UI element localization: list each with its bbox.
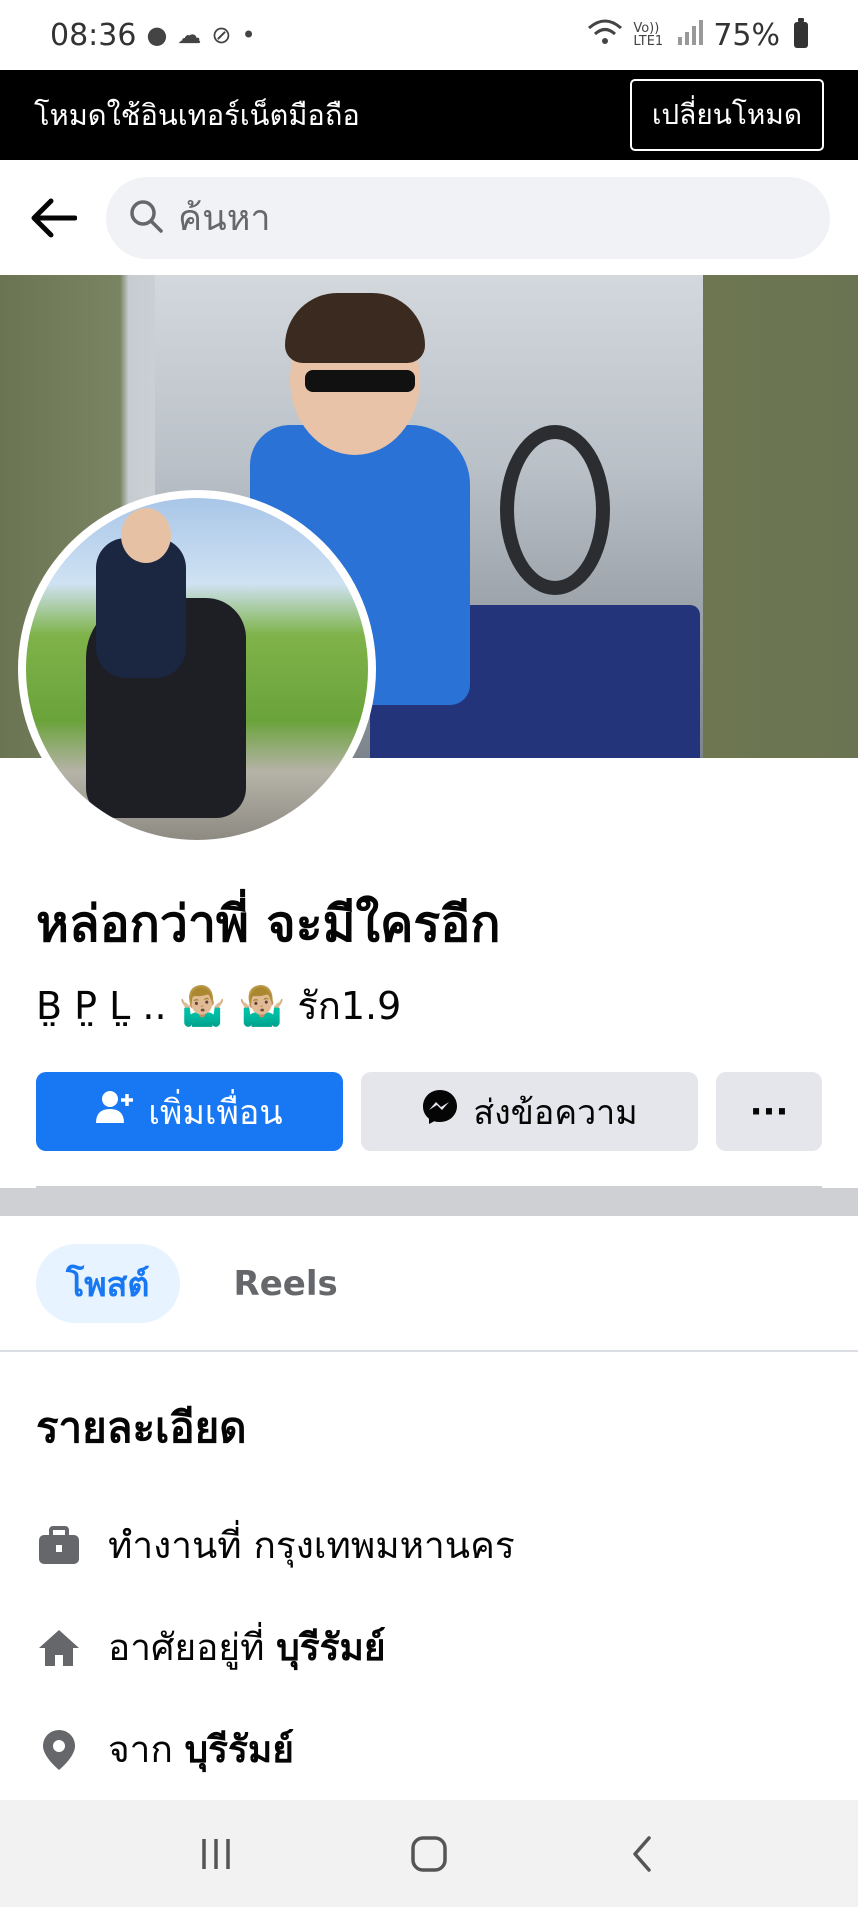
tab-posts[interactable]: โพสต์	[36, 1244, 180, 1323]
signal-icon	[677, 19, 704, 51]
briefcase-icon	[36, 1523, 82, 1569]
add-friend-label: เพิ่มเพื่อน	[148, 1092, 283, 1133]
detail-from-value[interactable]: บุรีรัมย์	[185, 1728, 294, 1771]
detail-from-text: จาก บุรีรัมย์	[108, 1720, 294, 1779]
detail-work: ทำงานที่ กรุงเทพมหานคร	[36, 1516, 515, 1575]
more-icon: ···	[749, 1091, 789, 1132]
home-button-icon[interactable]	[389, 1824, 469, 1884]
banner-text: โหมดใช้อินเทอร์เน็ตมือถือ	[34, 98, 360, 132]
avatar-image	[26, 498, 368, 840]
cover-steering-wheel	[500, 425, 610, 595]
search-icon	[128, 198, 164, 238]
detail-lives-prefix: อาศัยอยู่ที่	[108, 1626, 265, 1669]
section-separator	[0, 1188, 858, 1216]
profile-name: หล่อกว่าพี่ จะมีใครอีก	[36, 895, 501, 953]
tab-reels[interactable]: Reels	[204, 1244, 368, 1323]
detail-from: จาก บุรีรัมย์	[36, 1720, 294, 1779]
search-input[interactable]: ค้นหา	[106, 176, 830, 259]
switch-mode-button[interactable]: เปลี่ยนโหมด	[629, 79, 824, 151]
data-saver-icon: ⊘	[211, 21, 232, 49]
recent-apps-icon[interactable]	[176, 1824, 256, 1884]
profile-tabs: โพสต์ Reels	[36, 1244, 368, 1323]
details-title: รายละเอียด	[36, 1403, 247, 1452]
mobile-data-banner: โหมดใช้อินเทอร์เน็ตมือถือ เปลี่ยนโหมด	[0, 70, 858, 160]
back-nav-icon[interactable]	[602, 1824, 682, 1884]
cover-person-hair	[285, 293, 425, 363]
search-header: ค้นหา	[0, 160, 858, 275]
more-options-button[interactable]: ···	[716, 1072, 822, 1151]
battery-percent: 75%	[713, 17, 780, 53]
detail-lives: อาศัยอยู่ที่ บุรีรัมย์	[36, 1618, 386, 1677]
line-icon: ●	[146, 21, 168, 49]
status-bar: 08:36 ● ☁ ⊘ • Vo)) LTE1 75%	[0, 0, 858, 70]
avatar[interactable]	[18, 490, 376, 848]
system-nav-bar	[0, 1800, 858, 1907]
avatar-rider-head	[121, 508, 171, 563]
add-friend-icon	[96, 1090, 134, 1133]
status-time: 08:36	[50, 17, 137, 53]
back-arrow-icon[interactable]	[28, 192, 80, 244]
location-pin-icon	[36, 1727, 82, 1773]
profile-bio: B̤ P̤ L̤ .. 🤷🏼‍♂️ 🤷🏼‍♂️ รัก1.9	[36, 984, 402, 1028]
cloud-icon: ☁	[177, 21, 202, 49]
message-label: ส่งข้อความ	[473, 1092, 638, 1133]
detail-lives-value[interactable]: บุรีรัมย์	[276, 1626, 385, 1669]
volte-icon: Vo)) LTE1	[633, 21, 664, 49]
messenger-icon	[421, 1088, 459, 1135]
cover-person-glasses	[305, 370, 415, 392]
add-friend-button[interactable]: เพิ่มเพื่อน	[36, 1072, 343, 1151]
tabs-divider	[0, 1350, 858, 1352]
status-right: Vo)) LTE1 75%	[587, 18, 808, 53]
detail-work-text: ทำงานที่ กรุงเทพมหานคร	[108, 1524, 515, 1567]
battery-icon	[794, 18, 808, 48]
detail-lives-text: อาศัยอยู่ที่ บุรีรัมย์	[108, 1618, 386, 1677]
dot-icon: •	[241, 21, 256, 49]
home-icon	[36, 1625, 82, 1671]
search-placeholder: ค้นหา	[178, 198, 271, 239]
profile-actions: เพิ่มเพื่อน ส่งข้อความ ···	[36, 1072, 822, 1151]
wifi-icon	[587, 18, 623, 52]
detail-from-prefix: จาก	[108, 1728, 173, 1771]
message-button[interactable]: ส่งข้อความ	[361, 1072, 698, 1151]
status-left: 08:36 ● ☁ ⊘ •	[50, 18, 256, 53]
